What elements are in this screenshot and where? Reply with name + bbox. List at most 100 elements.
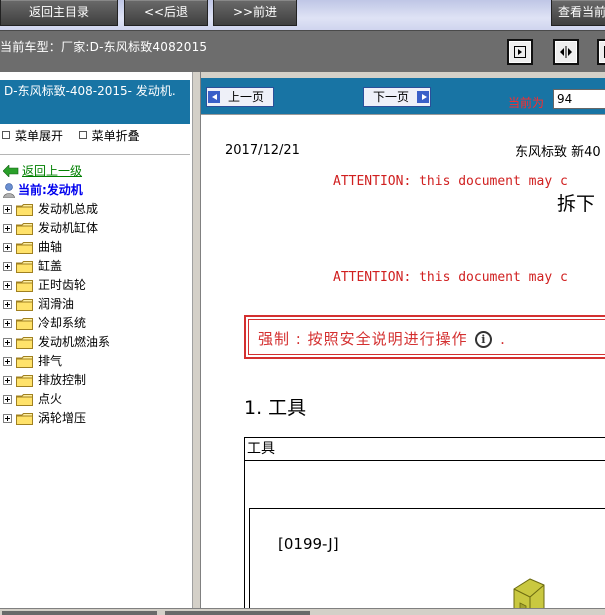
table-header: 工具 xyxy=(245,438,605,461)
forward-button[interactable]: >>前进 xyxy=(213,0,297,26)
back-arrow-icon xyxy=(3,165,19,177)
folder-icon xyxy=(16,261,33,273)
tree-item-label: 排放控制 xyxy=(38,373,87,387)
tool-cell: [0199-J] xyxy=(249,508,605,608)
current-node: 当前:发动机 xyxy=(0,181,190,200)
tree-item-label: 点火 xyxy=(38,392,63,406)
expand-plus-icon[interactable] xyxy=(3,338,12,347)
folder-icon xyxy=(16,394,33,406)
scrollbar-thumb[interactable] xyxy=(2,611,157,615)
folder-icon xyxy=(16,337,33,349)
tool-code: [0199-J] xyxy=(278,535,339,553)
panel-toggle-icon xyxy=(514,46,526,58)
pane-splitter[interactable] xyxy=(193,72,201,608)
tree-item-label: 冷却系统 xyxy=(38,316,87,330)
expand-plus-icon[interactable] xyxy=(3,414,12,423)
menu-collapse-link[interactable]: 菜单折叠 xyxy=(92,127,140,144)
tree-item[interactable]: 点火 xyxy=(0,390,190,409)
tree-item[interactable]: 缸盖 xyxy=(0,257,190,276)
current-vehicle-label: 当前车型：厂家:D-东风标致4082015 xyxy=(0,40,208,54)
tree-item[interactable]: 冷却系统 xyxy=(0,314,190,333)
expand-plus-icon[interactable] xyxy=(3,357,12,366)
back-button[interactable]: <<后退 xyxy=(124,0,208,26)
folder-icon xyxy=(16,204,33,216)
folder-icon xyxy=(16,280,33,292)
doc-brand: 东风标致 新40 xyxy=(515,145,601,160)
sidebar-title: D-东风标致-408-2015- 发动机. xyxy=(0,80,190,124)
folder-icon xyxy=(16,242,33,254)
right-arrow-icon xyxy=(417,91,429,103)
tree-item-label: 润滑油 xyxy=(38,297,75,311)
top-toolbar: 返回主目录 <<后退 >>前进 查看当前 xyxy=(0,0,605,30)
tree-item-label: 正时齿轮 xyxy=(38,278,87,292)
left-arrow-icon xyxy=(208,91,220,103)
prev-page-label: 上一页 xyxy=(227,90,264,104)
tree-item-label: 发动机缸体 xyxy=(38,221,99,235)
tree-item[interactable]: 正时齿轮 xyxy=(0,276,190,295)
folder-icon xyxy=(16,318,33,330)
split-view-button[interactable] xyxy=(553,39,579,65)
folder-icon xyxy=(16,413,33,425)
prev-page-button[interactable]: 上一页 xyxy=(206,87,274,107)
expand-plus-icon[interactable] xyxy=(3,224,12,233)
expand-plus-icon[interactable] xyxy=(3,395,12,404)
tree-item-label: 涡轮增压 xyxy=(38,411,87,425)
doc-date: 2017/12/21 xyxy=(225,143,300,158)
document-content: 2017/12/21 东风标致 新40 ATTENTION: this docu… xyxy=(201,114,605,608)
tree-item[interactable]: 发动机缸体 xyxy=(0,219,190,238)
view-current-button[interactable]: 查看当前 xyxy=(551,0,605,26)
vehicle-info-bar: 当前车型：厂家:D-东风标致4082015 xyxy=(0,30,605,72)
tree-item[interactable]: 发动机燃油系 xyxy=(0,333,190,352)
attention-notice: ATTENTION: this document may c xyxy=(333,174,568,189)
folder-icon xyxy=(16,299,33,311)
current-page-label: 当前为 xyxy=(508,96,545,110)
tree-item[interactable]: 曲轴 xyxy=(0,238,190,257)
back-up-link[interactable]: 返回上一级 xyxy=(0,162,190,181)
current-page-input[interactable]: 94 xyxy=(553,89,605,109)
tree-item[interactable]: 排放控制 xyxy=(0,371,190,390)
attention-notice: ATTENTION: this document may c xyxy=(333,270,568,285)
expand-plus-icon[interactable] xyxy=(3,205,12,214)
document-pane: 上一页 下一页 当前为 94 2017/12/21 东风标致 新40 ATTEN… xyxy=(201,72,605,608)
warning-text: 强制 : 按照安全说明进行操作 i . xyxy=(258,328,506,349)
expand-plus-icon[interactable] xyxy=(3,281,12,290)
info-icon: i xyxy=(475,331,493,348)
bottom-scrollbar[interactable] xyxy=(0,608,605,615)
category-tree: 返回上一级 当前:发动机 发动机总成 发动机缸体 曲轴 缸盖 正时齿轮 润滑油 … xyxy=(0,162,190,428)
back-to-main-button[interactable]: 返回主目录 xyxy=(0,0,118,26)
tree-item-label: 发动机燃油系 xyxy=(38,335,111,349)
tree-item[interactable]: 润滑油 xyxy=(0,295,190,314)
page-nav-bar: 上一页 下一页 当前为 94 xyxy=(201,78,605,114)
collapse-left-pane-button[interactable] xyxy=(507,39,533,65)
warning-message: 强制 : 按照安全说明进行操作 xyxy=(258,330,468,348)
next-page-label: 下一页 xyxy=(372,90,409,104)
folder-icon xyxy=(16,223,33,235)
back-up-label: 返回上一级 xyxy=(22,164,83,178)
tree-item-label: 缸盖 xyxy=(38,259,63,273)
section-heading: 1. 工具 xyxy=(244,397,307,419)
menu-expand-link[interactable]: 菜单展开 xyxy=(15,127,63,144)
expand-plus-icon[interactable] xyxy=(3,262,12,271)
tool-image-icon xyxy=(513,578,545,608)
expand-square-icon xyxy=(2,130,10,139)
collapse-square-icon xyxy=(78,130,87,139)
expand-plus-icon[interactable] xyxy=(3,243,12,252)
split-view-icon xyxy=(560,46,572,58)
tree-item-label: 发动机总成 xyxy=(38,202,99,216)
next-page-button[interactable]: 下一页 xyxy=(363,87,431,107)
tree-item[interactable]: 排气 xyxy=(0,352,190,371)
tree-item-label: 排气 xyxy=(38,354,63,368)
tree-item[interactable]: 涡轮增压 xyxy=(0,409,190,428)
tree-item[interactable]: 发动机总成 xyxy=(0,200,190,219)
expand-right-pane-button[interactable] xyxy=(597,39,605,65)
expand-plus-icon[interactable] xyxy=(3,300,12,309)
folder-icon xyxy=(16,375,33,387)
warning-box: 强制 : 按照安全说明进行操作 i . xyxy=(244,315,605,359)
menu-operations: 菜单展开 菜单折叠 xyxy=(2,127,190,147)
divider xyxy=(0,154,190,155)
expand-plus-icon[interactable] xyxy=(3,376,12,385)
current-node-label: 当前:发动机 xyxy=(18,183,83,197)
expand-plus-icon[interactable] xyxy=(3,319,12,328)
tree-item-label: 曲轴 xyxy=(38,240,63,254)
scrollbar-thumb[interactable] xyxy=(165,611,310,615)
